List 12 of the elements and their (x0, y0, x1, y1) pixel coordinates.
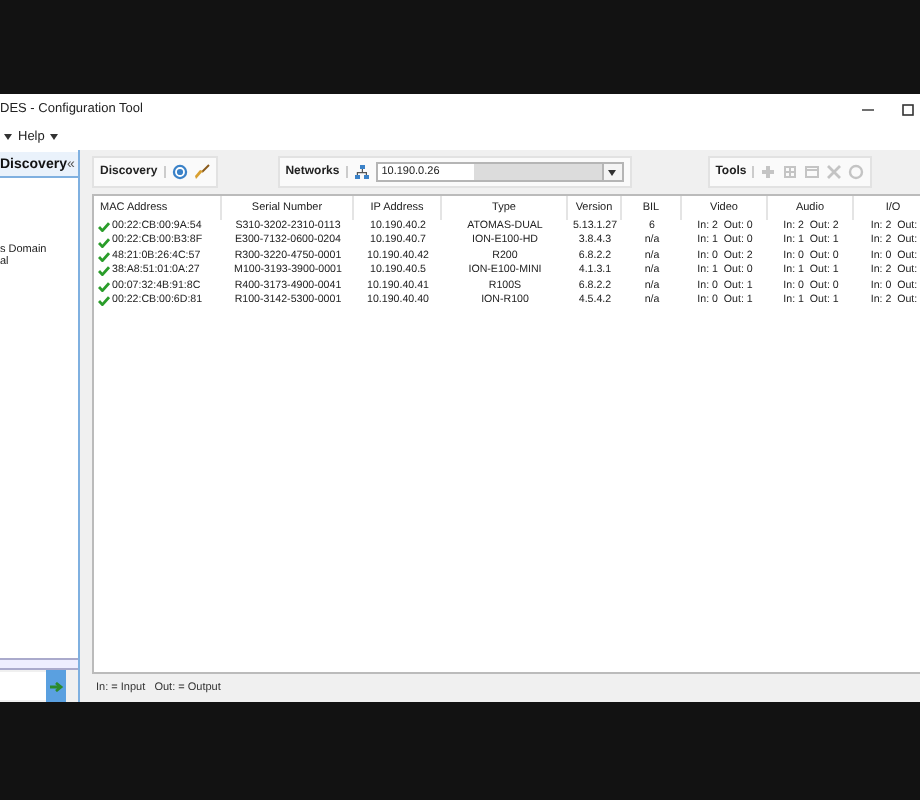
broom-button[interactable] (193, 164, 210, 180)
refresh-button[interactable] (171, 164, 188, 180)
network-icon (353, 164, 370, 180)
caret-icon (4, 134, 12, 140)
maximize-button[interactable] (902, 103, 914, 115)
caret-icon (50, 134, 59, 140)
caret-icon (608, 169, 617, 175)
input-field[interactable] (0, 672, 46, 700)
arrow-icon (49, 681, 63, 691)
splitter-handle[interactable] (0, 658, 78, 670)
minimize-button[interactable] (862, 103, 874, 115)
go-button[interactable] (46, 670, 66, 702)
